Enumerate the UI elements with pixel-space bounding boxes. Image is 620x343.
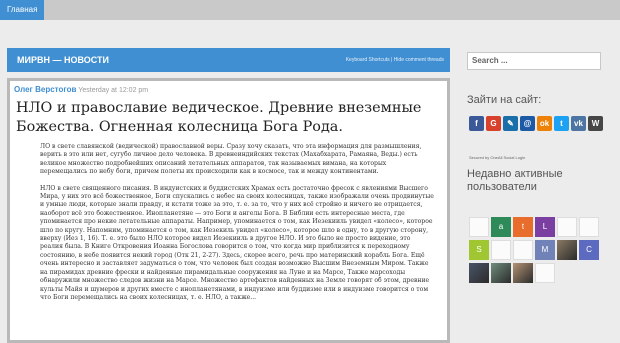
google-icon[interactable]: G [486, 116, 501, 131]
post-title[interactable]: НЛО и православие ведическое. Древние вн… [16, 99, 441, 137]
sidebar: Search ... Зайти на сайт: f G ✎ @ ok t vk W Sec… [467, 48, 617, 343]
user-avatar[interactable]: L [535, 217, 555, 237]
user-avatar[interactable] [491, 240, 511, 260]
active-users-title: Недавно активные пользователи [467, 168, 563, 193]
user-avatar[interactable] [469, 263, 489, 283]
user-avatar[interactable] [491, 263, 511, 283]
social-login-icons: f G ✎ @ ok t vk W [469, 113, 619, 134]
mail-icon[interactable]: @ [520, 116, 535, 131]
post-body: ЛО в свете славянской (ведической) право… [40, 143, 434, 310]
user-avatar[interactable] [469, 217, 489, 237]
active-users-grid: a t L S M C [469, 217, 619, 286]
post-card: Олег Верстогов Yesterday at 12:02 pm НЛО… [7, 78, 450, 343]
user-avatar[interactable]: C [579, 240, 599, 260]
odnoklassniki-icon[interactable]: ok [537, 116, 552, 131]
main-content: МИРВН — НОВОСТИ Keyboard Shortcuts | Hid… [7, 48, 450, 343]
user-avatar[interactable]: t [513, 217, 533, 237]
wordpress-icon[interactable]: W [588, 116, 603, 131]
vk-icon[interactable]: vk [571, 116, 586, 131]
section-title: МИРВН — НОВОСТИ [17, 55, 109, 65]
post-paragraph: ЛО в свете славянской (ведической) право… [40, 143, 422, 176]
user-avatar[interactable] [579, 217, 599, 237]
secured-by-text: Secured by OneAll Social Login [469, 155, 526, 160]
user-avatar[interactable] [557, 240, 577, 260]
nav-home-link[interactable]: Главная [0, 0, 45, 20]
news-header-bar: МИРВН — НОВОСТИ Keyboard Shortcuts | Hid… [7, 48, 450, 72]
search-input[interactable]: Search ... [467, 52, 601, 70]
user-avatar[interactable]: S [469, 240, 489, 260]
user-avatar[interactable] [557, 217, 577, 237]
user-avatar[interactable]: a [491, 217, 511, 237]
user-avatar[interactable] [535, 263, 555, 283]
facebook-icon[interactable]: f [469, 116, 484, 131]
post-author-link[interactable]: Олег Верстогов [14, 85, 76, 94]
post-meta: Олег Верстогов Yesterday at 12:02 pm [14, 85, 148, 94]
livejournal-icon[interactable]: ✎ [503, 116, 518, 131]
twitter-icon[interactable]: t [554, 116, 569, 131]
user-avatar[interactable] [513, 240, 533, 260]
top-navigation-bar: Главная [0, 0, 620, 20]
header-links[interactable]: Keyboard Shortcuts | Hide comment thread… [346, 48, 444, 72]
user-avatar[interactable] [513, 263, 533, 283]
post-paragraph: НЛО в свете священного писания. В индуис… [40, 184, 434, 301]
login-widget-title: Зайти на сайт: [467, 94, 542, 106]
post-time[interactable]: Yesterday at 12:02 pm [78, 87, 148, 94]
user-avatar[interactable]: M [535, 240, 555, 260]
